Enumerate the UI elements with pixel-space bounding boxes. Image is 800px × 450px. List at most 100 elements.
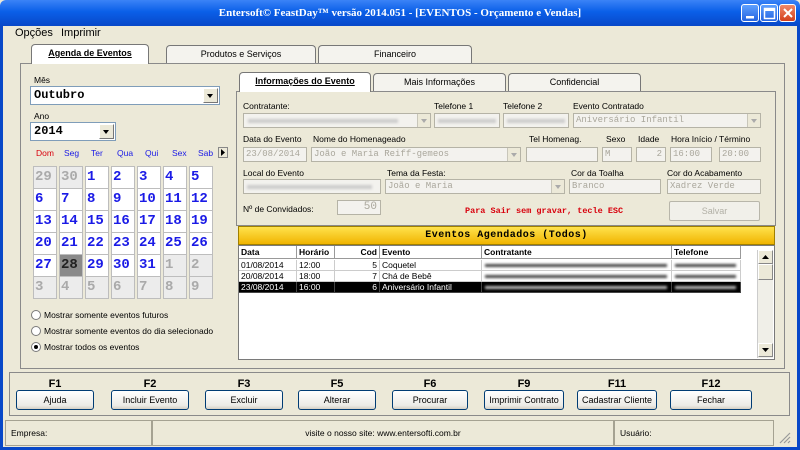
calendar-day-selected[interactable]: 28 [59,254,83,277]
events-scrollbar[interactable] [757,250,773,358]
calendar-day[interactable]: 8 [85,188,109,211]
chevron-down-icon[interactable] [551,180,564,193]
hora-inicio-field[interactable]: 16:00 [670,147,712,162]
table-row[interactable]: 23/08/2014 16:00 6 Aniversário Infantil [239,282,741,293]
next-week-button[interactable] [218,147,228,158]
calendar-day[interactable]: 29 [85,254,109,277]
calendar-day[interactable]: 3 [137,166,161,189]
month-select[interactable]: Outubro [30,86,220,105]
close-button[interactable] [779,4,796,22]
data-evento-field[interactable]: 23/08/2014 [243,147,307,162]
calendar-day[interactable]: 10 [137,188,161,211]
incluir-evento-button[interactable]: Incluir Evento [111,390,189,410]
cor-acabamento-field[interactable]: Xadrez Verde [667,179,761,194]
radio-future-events[interactable] [31,310,41,320]
radio-selected-day-events[interactable] [31,326,41,336]
calendar-day[interactable]: 8 [163,276,187,299]
excluir-button[interactable]: Excluir [205,390,283,410]
tab-informacoes-evento[interactable]: Informações do Evento [239,72,371,92]
tel-homenag-field[interactable] [526,147,598,162]
calendar-day[interactable]: 18 [163,210,187,233]
chevron-down-icon[interactable] [203,88,218,103]
tab-produtos-servicos[interactable]: Produtos e Serviços [166,45,316,64]
chevron-down-icon[interactable] [99,124,114,139]
calendar-day[interactable]: 16 [111,210,135,233]
calendar-day[interactable]: 20 [33,232,57,255]
calendar-day[interactable]: 5 [189,166,213,189]
tab-mais-informacoes[interactable]: Mais Informações [373,73,506,92]
calendar-day[interactable]: 7 [59,188,83,211]
calendar-day[interactable]: 26 [189,232,213,255]
scroll-down-button[interactable] [758,343,773,357]
fechar-button[interactable]: Fechar [670,390,752,410]
table-row[interactable]: 01/08/2014 12:00 5 Coquetel [239,260,741,271]
calendar-day[interactable]: 31 [137,254,161,277]
calendar-day[interactable]: 6 [33,188,57,211]
maximize-button[interactable] [760,4,778,22]
calendar-day[interactable]: 22 [85,232,109,255]
column-header-cod[interactable]: Cod [335,246,380,259]
menu-imprimir[interactable]: Imprimir [61,27,101,39]
calendar-day[interactable]: 1 [85,166,109,189]
tema-select[interactable]: João e Maria [385,179,565,194]
calendar-day[interactable]: 4 [163,166,187,189]
telefone1-field[interactable] [434,113,500,128]
calendar-day[interactable]: 27 [33,254,57,277]
calendar-day[interactable]: 15 [85,210,109,233]
calendar-day[interactable]: 3 [33,276,57,299]
calendar-day[interactable]: 11 [163,188,187,211]
calendar-day[interactable]: 1 [163,254,187,277]
telefone2-field[interactable] [503,113,569,128]
calendar-day[interactable]: 24 [137,232,161,255]
calendar-day[interactable]: 19 [189,210,213,233]
column-header-telefone[interactable]: Telefone [672,246,741,259]
save-button[interactable]: Salvar [669,201,760,221]
calendar-day[interactable]: 13 [33,210,57,233]
contratante-select[interactable] [243,113,431,128]
alterar-button[interactable]: Alterar [298,390,376,410]
radio-all-events[interactable] [31,342,41,352]
calendar-day[interactable]: 23 [111,232,135,255]
ajuda-button[interactable]: Ajuda [16,390,94,410]
chevron-down-icon[interactable] [747,114,760,127]
calendar-day[interactable]: 9 [111,188,135,211]
menu-opcoes[interactable]: Opções [15,27,53,39]
evento-contratado-select[interactable]: Aniversário Infantil [573,113,761,128]
idade-field[interactable]: 2 [636,147,666,162]
column-header-data[interactable]: Data [239,246,297,259]
year-select[interactable]: 2014 [30,122,116,141]
calendar-day[interactable]: 25 [163,232,187,255]
resize-grip-icon[interactable] [777,430,791,444]
homenageado-select[interactable]: João e Maria Reiff-gemeos [311,147,521,162]
column-header-contratante[interactable]: Contratante [482,246,672,259]
minimize-button[interactable] [741,4,759,22]
tab-confidencial[interactable]: Confidencial [508,73,641,92]
local-field[interactable] [243,179,381,194]
scroll-thumb[interactable] [758,264,773,280]
hora-fim-field[interactable]: 20:00 [719,147,761,162]
convidados-field[interactable]: 50 [337,200,381,215]
calendar-day[interactable]: 4 [59,276,83,299]
column-header-horario[interactable]: Horário [297,246,335,259]
calendar-day[interactable]: 2 [111,166,135,189]
sexo-field[interactable]: M [602,147,632,162]
calendar-day[interactable]: 17 [137,210,161,233]
chevron-down-icon[interactable] [417,114,430,127]
events-table[interactable]: Data Horário Cod Evento Contratante Tele… [238,245,775,360]
calendar-day[interactable]: 6 [111,276,135,299]
imprimir-contrato-button[interactable]: Imprimir Contrato [484,390,564,410]
calendar-day[interactable]: 30 [111,254,135,277]
calendar-day[interactable]: 29 [33,166,57,189]
chevron-down-icon[interactable] [507,148,520,161]
calendar-day[interactable]: 2 [189,254,213,277]
tab-financeiro[interactable]: Financeiro [318,45,472,64]
column-header-evento[interactable]: Evento [380,246,482,259]
calendar-day[interactable]: 7 [137,276,161,299]
cor-toalha-field[interactable]: Branco [569,179,661,194]
table-row[interactable]: 20/08/2014 18:00 7 Chá de Bebê [239,271,741,282]
cadastrar-cliente-button[interactable]: Cadastrar Cliente [577,390,657,410]
calendar-day[interactable]: 5 [85,276,109,299]
calendar-day[interactable]: 12 [189,188,213,211]
calendar-day[interactable]: 14 [59,210,83,233]
tab-agenda-de-eventos[interactable]: Agenda de Eventos [31,44,149,64]
